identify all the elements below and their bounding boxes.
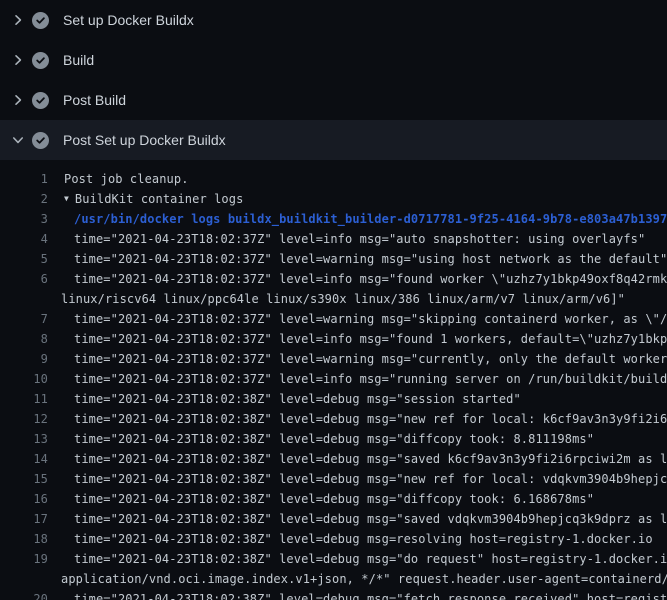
step-list: Set up Docker Buildx Build Post Build Post …: [0, 0, 667, 160]
log-line: 19 time="2021-04-23T18:02:38Z" level=debu…: [0, 549, 667, 569]
log-line: 12 time="2021-04-23T18:02:38Z" level=debu…: [0, 409, 667, 429]
chevron-down-icon: [10, 132, 26, 148]
log-text: Post job cleanup.: [64, 169, 189, 189]
line-number[interactable]: 15: [0, 469, 48, 489]
log-text: time="2021-04-23T18:02:38Z" level=debug …: [74, 489, 594, 509]
log-text: application/vnd.oci.image.index.v1+json,…: [61, 569, 667, 589]
log-line: 1 Post job cleanup.: [0, 169, 667, 189]
line-number[interactable]: 1: [0, 169, 48, 189]
step-label: Build: [63, 52, 94, 68]
log-text: time="2021-04-23T18:02:38Z" level=debug …: [74, 449, 667, 469]
log-line: 15 time="2021-04-23T18:02:38Z" level=debu…: [0, 469, 667, 489]
check-circle-icon: [32, 52, 49, 69]
log-group-title: BuildKit container logs: [75, 189, 243, 209]
log-text: time="2021-04-23T18:02:38Z" level=debug …: [74, 429, 594, 449]
line-number[interactable]: 7: [0, 309, 48, 329]
log-line: 17 time="2021-04-23T18:02:38Z" level=debu…: [0, 509, 667, 529]
log-line: application/vnd.oci.image.index.v1+json,…: [0, 569, 667, 589]
log-text: time="2021-04-23T18:02:37Z" level=info m…: [74, 329, 667, 349]
log-line: 18 time="2021-04-23T18:02:38Z" level=debu…: [0, 529, 667, 549]
log-text: time="2021-04-23T18:02:37Z" level=info m…: [74, 369, 667, 389]
log-line: 13 time="2021-04-23T18:02:38Z" level=debu…: [0, 429, 667, 449]
check-circle-icon: [32, 92, 49, 109]
log-text: time="2021-04-23T18:02:37Z" level=warnin…: [74, 309, 667, 329]
step-row[interactable]: Set up Docker Buildx: [0, 0, 667, 40]
step-row[interactable]: Post Build: [0, 80, 667, 120]
log-line: 16 time="2021-04-23T18:02:38Z" level=debu…: [0, 489, 667, 509]
log-line: 3/usr/bin/docker logs buildx_buildkit_bu…: [0, 209, 667, 229]
chevron-right-icon: [10, 52, 26, 68]
log-text: time="2021-04-23T18:02:38Z" level=debug …: [74, 409, 667, 429]
log-line: 4 time="2021-04-23T18:02:37Z" level=info …: [0, 229, 667, 249]
line-number[interactable]: 8: [0, 329, 48, 349]
triangle-down-icon: ▼: [64, 189, 69, 209]
log-line: 7 time="2021-04-23T18:02:37Z" level=warni…: [0, 309, 667, 329]
line-number[interactable]: 10: [0, 369, 48, 389]
log-line: 11 time="2021-04-23T18:02:38Z" level=debu…: [0, 389, 667, 409]
line-number[interactable]: 4: [0, 229, 48, 249]
command-text: /usr/bin/docker logs buildx_buildkit_bui…: [74, 209, 667, 229]
log-line: 14 time="2021-04-23T18:02:38Z" level=debu…: [0, 449, 667, 469]
actions-log-panel: Set up Docker Buildx Build Post Build Post …: [0, 0, 667, 600]
step-label: Post Set up Docker Buildx: [63, 132, 226, 148]
line-number[interactable]: 13: [0, 429, 48, 449]
step-row[interactable]: Post Set up Docker Buildx: [0, 120, 667, 160]
log-text: time="2021-04-23T18:02:38Z" level=debug …: [74, 549, 667, 569]
chevron-right-icon: [10, 92, 26, 108]
chevron-right-icon: [10, 12, 26, 28]
log-text: time="2021-04-23T18:02:37Z" level=info m…: [74, 269, 667, 289]
log-text: time="2021-04-23T18:02:37Z" level=warnin…: [74, 249, 667, 269]
line-number[interactable]: 14: [0, 449, 48, 469]
step-label: Set up Docker Buildx: [63, 12, 194, 28]
log-group-toggle[interactable]: ▼ BuildKit container logs: [64, 189, 243, 209]
log-text: time="2021-04-23T18:02:38Z" level=debug …: [74, 529, 653, 549]
line-number[interactable]: 16: [0, 489, 48, 509]
log-text: time="2021-04-23T18:02:37Z" level=info m…: [74, 229, 645, 249]
log-line: 9 time="2021-04-23T18:02:37Z" level=warni…: [0, 349, 667, 369]
log-group-header-line: 2 ▼ BuildKit container logs: [0, 189, 667, 209]
line-number[interactable]: 18: [0, 529, 48, 549]
log-text: linux/riscv64 linux/ppc64le linux/s390x …: [61, 289, 625, 309]
line-number[interactable]: 6: [0, 269, 48, 289]
log-text: time="2021-04-23T18:02:38Z" level=debug …: [74, 509, 667, 529]
log-text: time="2021-04-23T18:02:37Z" level=warnin…: [74, 349, 667, 369]
log-text: time="2021-04-23T18:02:38Z" level=debug …: [74, 589, 667, 600]
log-line: 20 time="2021-04-23T18:02:38Z" level=debu…: [0, 589, 667, 600]
log-output: 1 Post job cleanup. 2 ▼ BuildKit container l…: [0, 160, 667, 600]
step-row[interactable]: Build: [0, 40, 667, 80]
check-circle-icon: [32, 12, 49, 29]
log-line: 10 time="2021-04-23T18:02:37Z" level=info…: [0, 369, 667, 389]
log-line: 8 time="2021-04-23T18:02:37Z" level=info …: [0, 329, 667, 349]
step-label: Post Build: [63, 92, 126, 108]
line-number[interactable]: 5: [0, 249, 48, 269]
log-text: time="2021-04-23T18:02:38Z" level=debug …: [74, 389, 521, 409]
line-number[interactable]: 2: [0, 189, 48, 209]
line-number[interactable]: 9: [0, 349, 48, 369]
line-number[interactable]: 19: [0, 549, 48, 569]
log-line: 6 time="2021-04-23T18:02:37Z" level=info …: [0, 269, 667, 289]
line-number[interactable]: 12: [0, 409, 48, 429]
log-line: 5 time="2021-04-23T18:02:37Z" level=warni…: [0, 249, 667, 269]
line-number[interactable]: 20: [0, 589, 48, 600]
check-circle-icon: [32, 132, 49, 149]
line-number[interactable]: 17: [0, 509, 48, 529]
line-number[interactable]: 11: [0, 389, 48, 409]
line-number[interactable]: 3: [0, 209, 48, 229]
log-line: linux/riscv64 linux/ppc64le linux/s390x …: [0, 289, 667, 309]
log-text: time="2021-04-23T18:02:38Z" level=debug …: [74, 469, 667, 489]
